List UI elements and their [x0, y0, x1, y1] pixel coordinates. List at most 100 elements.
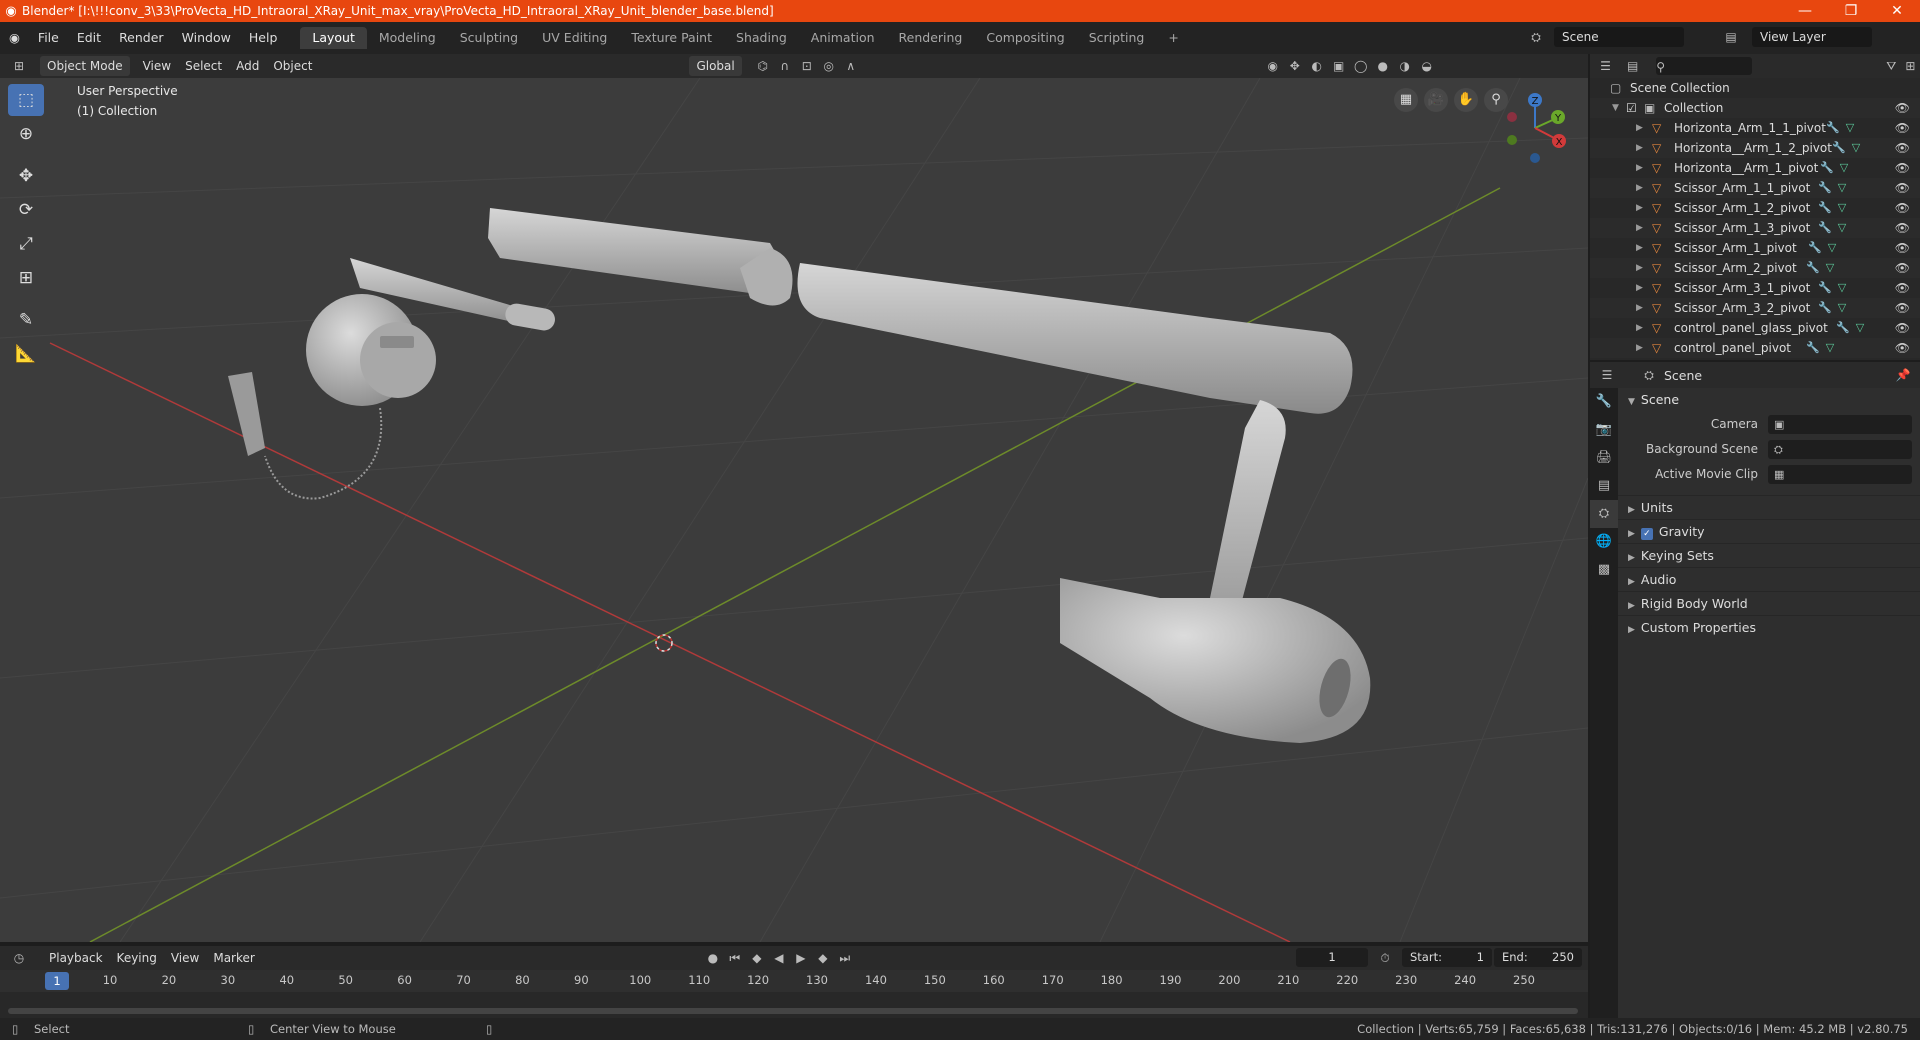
active-movie-clip-field[interactable]: ▦	[1768, 465, 1912, 484]
close-button[interactable]: ✕	[1874, 3, 1920, 19]
new-collection-icon[interactable]: ⊞	[1901, 56, 1920, 76]
tab-shading[interactable]: Shading	[724, 27, 799, 49]
scene-panel-header[interactable]: ▼ Scene	[1618, 388, 1920, 412]
modifier-icon[interactable]: 🔧 ▽	[1832, 138, 1860, 158]
modifier-icon[interactable]: 🔧 ▽	[1836, 318, 1864, 338]
scene-collection-row[interactable]: ▢ Scene Collection	[1590, 78, 1920, 98]
expand-arrow-icon[interactable]: ▶	[1636, 258, 1643, 278]
minimize-button[interactable]: —	[1782, 3, 1828, 19]
texture-tab-icon[interactable]: ▩	[1590, 556, 1618, 584]
tab-sculpting[interactable]: Sculpting	[448, 27, 530, 49]
collection-row[interactable]: ▼ ☑ ▣ Collection 👁	[1590, 98, 1920, 118]
menu-help[interactable]: Help	[240, 27, 287, 49]
menu-render[interactable]: Render	[110, 27, 173, 49]
snap-icon[interactable]: ∩	[774, 56, 796, 76]
gravity-checkbox[interactable]: ✓	[1640, 528, 1653, 540]
modifier-icon[interactable]: 🔧 ▽	[1818, 198, 1846, 218]
modifier-icon[interactable]: 🔧 ▽	[1818, 218, 1846, 238]
keying-sets-panel[interactable]: ▶ Keying Sets	[1618, 543, 1920, 567]
modifier-icon[interactable]: 🔧 ▽	[1806, 338, 1834, 358]
outliner-object-row[interactable]: ▶ ▽ Scissor_Arm_1_pivot 🔧 ▽ 👁	[1590, 238, 1920, 258]
outliner-object-row[interactable]: ▶ ▽ Scissor_Arm_3_2_pivot 🔧 ▽ 👁	[1590, 298, 1920, 318]
modifier-icon[interactable]: 🔧 ▽	[1818, 298, 1846, 318]
menu-object[interactable]: Object	[266, 56, 319, 76]
stopwatch-icon[interactable]: ⏱	[1374, 948, 1396, 968]
next-keyframe-icon[interactable]: ◆	[812, 948, 834, 968]
expand-arrow-icon[interactable]: ▶	[1636, 138, 1643, 158]
mesh-data-icon[interactable]: ▽	[1826, 261, 1834, 274]
mesh-data-icon[interactable]: ▽	[1838, 201, 1846, 214]
overlay-toggle-icon[interactable]: ◐	[1306, 56, 1328, 76]
filter-icon[interactable]: ⛛	[1882, 56, 1901, 76]
display-mode-icon[interactable]: ▤	[1623, 56, 1642, 76]
eye-icon[interactable]: 👁	[1895, 318, 1910, 338]
current-frame-indicator[interactable]: 1	[45, 972, 69, 990]
modifier-icon[interactable]: 🔧 ▽	[1820, 158, 1848, 178]
view-layer-selector[interactable]: View Layer	[1752, 27, 1872, 47]
expand-arrow-icon[interactable]: ▶	[1636, 298, 1643, 318]
transform-orientation-dropdown[interactable]: Global	[689, 56, 742, 76]
menu-playback[interactable]: Playback	[42, 948, 110, 968]
falloff-icon[interactable]: ∧	[840, 56, 862, 76]
outliner-object-row[interactable]: ▶ ▽ control_panel_glass_pivot 🔧 ▽ 👁	[1590, 318, 1920, 338]
output-tab-icon[interactable]: 🖨	[1590, 444, 1618, 472]
modifier-icon[interactable]: 🔧 ▽	[1808, 238, 1836, 258]
timeline-ruler[interactable]: 1 10 20 30 40 50 60 70 80 90 100 110 120 130 140 150 160…	[0, 970, 1588, 992]
expand-arrow-icon[interactable]: ▶	[1636, 318, 1643, 338]
tab-scripting[interactable]: Scripting	[1077, 27, 1157, 49]
jump-start-icon[interactable]: ⏮	[724, 948, 746, 968]
pivot-point-icon[interactable]: ⌬	[752, 56, 774, 76]
start-frame-field[interactable]: Start: 1	[1402, 948, 1492, 967]
mesh-data-icon[interactable]: ▽	[1826, 341, 1834, 354]
world-tab-icon[interactable]: 🌐	[1590, 528, 1618, 556]
menu-keying[interactable]: Keying	[110, 948, 164, 968]
camera-field[interactable]: ▣	[1768, 415, 1912, 434]
eye-icon[interactable]: 👁	[1895, 278, 1910, 298]
select-box-tool[interactable]: ⬚	[8, 84, 44, 116]
grid-view-icon[interactable]: ▦	[1394, 88, 1418, 112]
units-panel[interactable]: ▶ Units	[1618, 495, 1920, 519]
mesh-data-icon[interactable]: ▽	[1840, 161, 1848, 174]
timeline-editor-type-icon[interactable]: ◷	[8, 948, 30, 968]
measure-tool[interactable]: 📐	[8, 338, 44, 370]
eye-icon[interactable]: 👁	[1895, 298, 1910, 318]
expand-arrow-icon[interactable]: ▶	[1636, 238, 1643, 258]
render-tab-icon[interactable]: 📷	[1590, 416, 1618, 444]
rendered-shading-icon[interactable]: ◒	[1416, 56, 1438, 76]
timeline[interactable]: 1 10 20 30 40 50 60 70 80 90 100 110 120 130 140 150 160…	[0, 970, 1588, 1018]
expand-arrow-icon[interactable]: ▶	[1636, 338, 1643, 358]
modifier-icon[interactable]: 🔧 ▽	[1818, 278, 1846, 298]
modifier-icon[interactable]: 🔧 ▽	[1818, 178, 1846, 198]
view-layer-icon[interactable]: ▤	[1720, 27, 1742, 47]
mesh-data-icon[interactable]: ▽	[1828, 241, 1836, 254]
mesh-data-icon[interactable]: ▽	[1838, 221, 1846, 234]
mesh-data-icon[interactable]: ▽	[1838, 181, 1846, 194]
menu-timeline-view[interactable]: View	[164, 948, 206, 968]
transform-tool[interactable]: ⊞	[8, 262, 44, 294]
eye-icon[interactable]: 👁	[1895, 178, 1910, 198]
xray-unit-model[interactable]	[228, 208, 1371, 743]
mesh-data-icon[interactable]: ▽	[1838, 301, 1846, 314]
checkbox-icon[interactable]: ☑	[1626, 98, 1637, 118]
outliner-object-row[interactable]: ▶ ▽ Horizonta_Arm_1_1_pivot 🔧 ▽ 👁	[1590, 118, 1920, 138]
audio-panel[interactable]: ▶ Audio	[1618, 567, 1920, 591]
3d-viewport[interactable]: User Perspective (1) Collection ⬚ ⊕ ✥ ⟳ …	[0, 78, 1588, 942]
end-frame-field[interactable]: End: 250	[1494, 948, 1582, 967]
menu-select[interactable]: Select	[178, 56, 229, 76]
mesh-data-icon[interactable]: ▽	[1856, 321, 1864, 334]
menu-file[interactable]: File	[29, 27, 68, 49]
outliner-object-row[interactable]: ▶ ▽ Scissor_Arm_3_1_pivot 🔧 ▽ 👁	[1590, 278, 1920, 298]
outliner-object-row[interactable]: ▶ ▽ control_panel_pivot 🔧 ▽ 👁	[1590, 338, 1920, 358]
modifier-icon[interactable]: 🔧 ▽	[1826, 118, 1854, 138]
outliner-search-input[interactable]: ⚲	[1656, 57, 1752, 75]
object-mode-dropdown[interactable]: Object Mode	[40, 56, 130, 76]
tab-modeling[interactable]: Modeling	[367, 27, 448, 49]
mesh-data-icon[interactable]: ▽	[1852, 141, 1860, 154]
eye-icon[interactable]: 👁	[1895, 338, 1910, 358]
jump-end-icon[interactable]: ⏭	[834, 948, 856, 968]
camera-view-icon[interactable]: 🎥	[1424, 88, 1448, 112]
play-reverse-icon[interactable]: ◀	[768, 948, 790, 968]
proportional-edit-icon[interactable]: ◎	[818, 56, 840, 76]
background-scene-field[interactable]: ⛭	[1768, 440, 1912, 459]
outliner-object-row[interactable]: ▶ ▽ Horizonta__Arm_1_pivot 🔧 ▽ 👁	[1590, 158, 1920, 178]
